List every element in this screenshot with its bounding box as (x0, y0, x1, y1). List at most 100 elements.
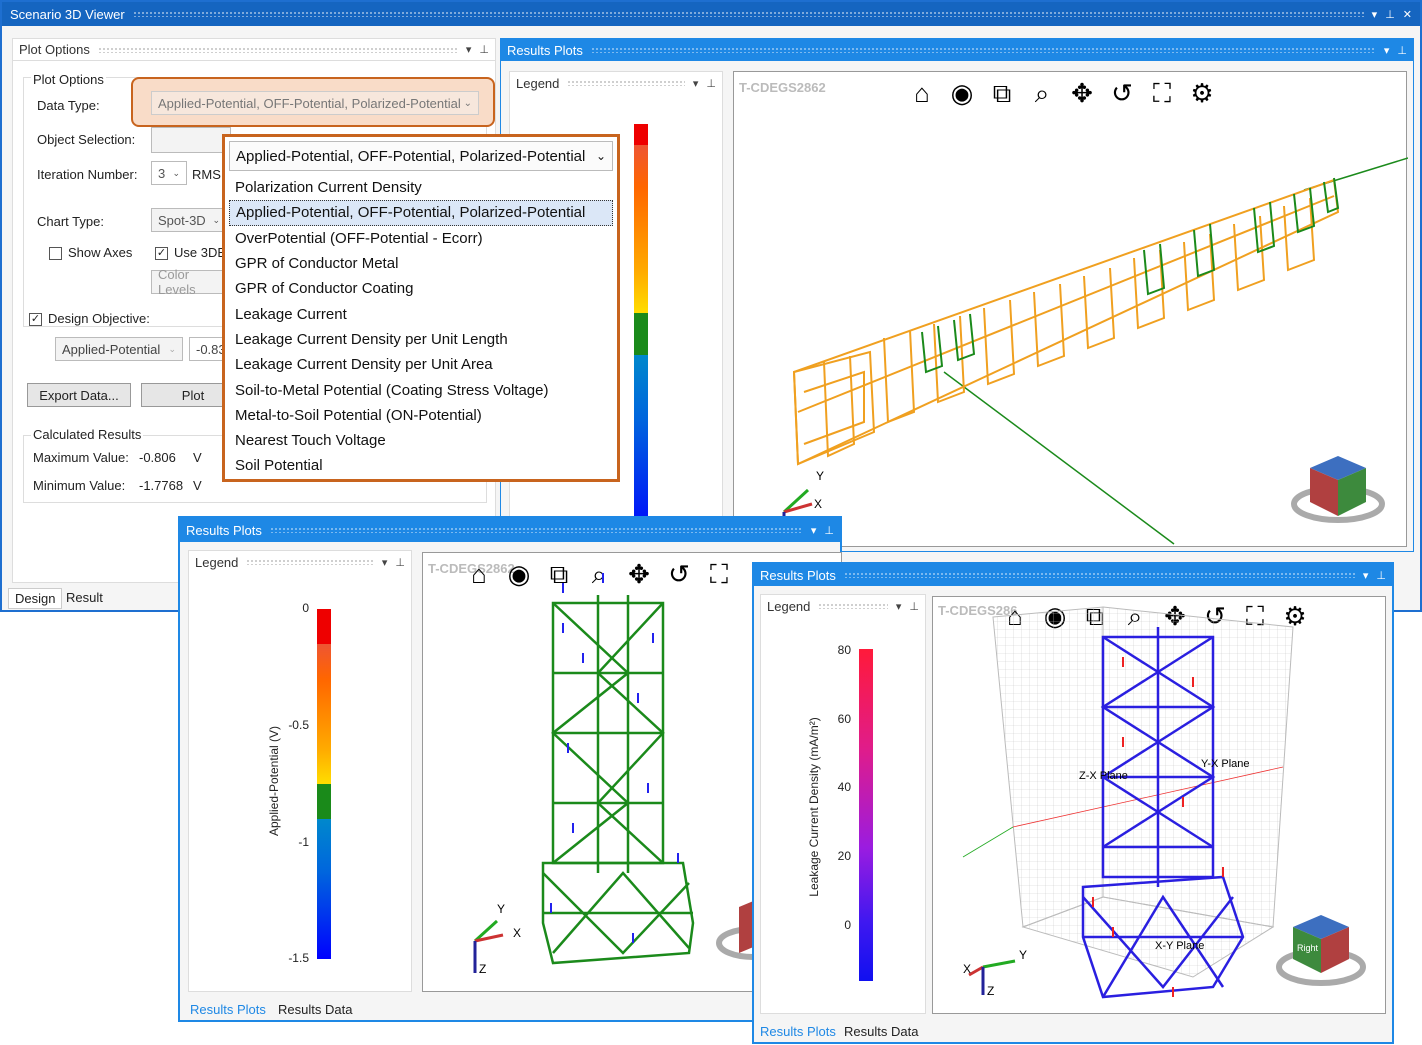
dropdown-item[interactable]: OverPotential (OFF-Potential - Ecorr) (229, 226, 613, 251)
pin-icon[interactable]: ⊥ (706, 77, 716, 90)
dropdown-item[interactable]: Nearest Touch Voltage (229, 428, 613, 453)
data-type-label: Data Type: (37, 98, 100, 113)
main-title-bar: Scenario 3D Viewer ▾ ⊥ ✕ (2, 2, 1420, 26)
max-unit: V (193, 450, 202, 465)
object-selection-combo[interactable] (151, 127, 231, 153)
window-title: Scenario 3D Viewer (10, 6, 125, 22)
viewport-3d[interactable]: T-CDEGS286 ⌂ ◉ ⧉ ⌕ ✥ ↺ ⛶ ⚙ (932, 596, 1386, 1014)
design-objective-checkbox[interactable]: ✓ Design Objective: (29, 311, 150, 327)
chevron-down-icon[interactable]: ▾ (896, 600, 902, 613)
svg-text:X: X (814, 497, 822, 511)
legend-color-bar (634, 124, 648, 544)
view-cube-icon[interactable]: Right (1276, 915, 1366, 986)
dropdown-combo[interactable]: Applied-Potential, OFF-Potential, Polari… (229, 141, 613, 171)
svg-text:Y: Y (816, 469, 824, 483)
chart-type-combo[interactable]: Spot-3D ⌄ (151, 208, 227, 232)
svg-text:X: X (513, 926, 521, 940)
dropdown-item[interactable]: Leakage Current (229, 301, 613, 326)
results-plots-header: Results Plots (507, 42, 583, 58)
dropdown-item[interactable]: Leakage Current Density per Unit Length (229, 327, 613, 352)
pin-icon[interactable]: ⊥ (1376, 569, 1386, 582)
xy-plane-label: X-Y Plane (1155, 940, 1204, 952)
tab-results-plots[interactable]: Results Plots (754, 1022, 842, 1041)
tab-results-data[interactable]: Results Data (272, 1000, 358, 1019)
axis-triad: Y X Z (963, 948, 1027, 998)
checkmark-icon: ✓ (155, 247, 168, 261)
legend-panel: Legend ▾ ⊥ 80 60 40 20 0 Leakage Current … (760, 594, 926, 1014)
pipeline-3d-plot: Y X (782, 157, 1408, 545)
results-window-2: Results Plots ▾ ⊥ Legend ▾ ⊥ 0 -0.5 -1 -1.… (178, 516, 842, 1022)
dropdown-item[interactable]: GPR of Conductor Metal (229, 251, 613, 276)
chevron-down-icon[interactable]: ▾ (811, 524, 817, 537)
pin-icon[interactable]: ⊥ (909, 600, 919, 613)
data-type-dropdown: Applied-Potential, OFF-Potential, Polari… (222, 134, 620, 482)
tab-results-plots[interactable]: Results Plots (184, 1000, 272, 1019)
pin-icon[interactable]: ⊥ (824, 524, 834, 537)
viewport-3d[interactable]: T-CDEGS2862 ⌂ ◉ ⧉ ⌕ ✥ ↺ ⛶ ⚙ Y X (733, 71, 1408, 547)
legend-header: Legend (195, 554, 239, 570)
max-value: -0.806 (139, 450, 176, 465)
checkbox-icon (49, 247, 62, 261)
dropdown-list: Polarization Current Density Applied-Pot… (229, 175, 613, 479)
results-plots-header: Results Plots (760, 567, 836, 583)
dropdown-item[interactable]: Metal-to-Soil Potential (ON-Potential) (229, 403, 613, 428)
min-value: -1.7768 (139, 478, 184, 493)
use-3db-checkbox[interactable]: ✓ Use 3DB (155, 245, 226, 261)
legend-header: Legend (516, 75, 560, 91)
svg-text:Z: Z (479, 962, 486, 976)
tab-result[interactable]: Result (60, 588, 109, 607)
show-axes-checkbox[interactable]: Show Axes (49, 245, 132, 261)
zx-plane-label: Z-X Plane (1079, 770, 1128, 782)
dropdown-item[interactable]: GPR of Conductor Coating (229, 276, 613, 301)
plot-options-header: Plot Options (19, 42, 90, 57)
dropdown-item[interactable]: Soil-to-Metal Potential (Coating Stress … (229, 377, 613, 402)
iteration-label: Iteration Number: (37, 167, 138, 182)
svg-text:Y: Y (497, 902, 505, 916)
pin-icon[interactable]: ⊥ (1385, 8, 1395, 21)
dropdown-icon[interactable]: ▾ (1372, 8, 1378, 21)
legend-tick: -1.5 (288, 951, 309, 965)
svg-text:Z: Z (987, 984, 994, 998)
dropdown-item[interactable]: Leakage Current Density per Unit Area (229, 352, 613, 377)
results-window-3: Results Plots ▾ ⊥ Legend ▾ ⊥ 80 60 40 20 0… (752, 562, 1394, 1044)
iteration-combo[interactable]: 3 ⌄ (151, 161, 187, 185)
pin-icon[interactable]: ⊥ (479, 43, 489, 56)
legend-tick: 0 (844, 918, 851, 932)
legend-header: Legend (767, 598, 811, 614)
chevron-down-icon[interactable]: ▾ (693, 77, 699, 90)
checkmark-icon: ✓ (29, 313, 42, 327)
min-unit: V (193, 478, 202, 493)
chevron-down-icon[interactable]: ▾ (466, 43, 472, 56)
design-objective-combo[interactable]: Applied-Potential ⌄ (55, 337, 183, 361)
yx-plane-label: Y-X Plane (1201, 758, 1250, 770)
svg-text:X: X (963, 962, 971, 976)
rms-label: RMS (192, 167, 221, 182)
chevron-down-icon[interactable]: ▾ (1384, 44, 1390, 57)
dropdown-item[interactable]: Soil Potential (229, 453, 613, 478)
chevron-down-icon[interactable]: ▾ (1363, 569, 1369, 582)
data-type-combo[interactable]: Applied-Potential, OFF-Potential, Polari… (151, 91, 479, 115)
calculated-results-title: Calculated Results (31, 427, 144, 442)
export-data-button[interactable]: Export Data... (27, 383, 131, 407)
max-value-label: Maximum Value: (33, 450, 129, 465)
close-icon[interactable]: ✕ (1403, 8, 1412, 21)
tab-results-data[interactable]: Results Data (838, 1022, 924, 1041)
min-value-label: Minimum Value: (33, 478, 126, 493)
results-plots-header: Results Plots (186, 522, 262, 538)
color-levels-button[interactable]: Color Levels (151, 267, 227, 297)
tab-design[interactable]: Design (8, 588, 63, 609)
legend-color-bar (859, 649, 873, 981)
chevron-down-icon[interactable]: ▾ (382, 556, 388, 569)
dropdown-item-selected[interactable]: Applied-Potential, OFF-Potential, Polari… (229, 200, 613, 226)
chart-type-label: Chart Type: (37, 214, 104, 229)
view-cube-icon[interactable] (1291, 456, 1385, 523)
legend-axis-label: Leakage Current Density (mA/m²) (807, 717, 821, 897)
pin-icon[interactable]: ⊥ (395, 556, 405, 569)
legend-tick: 80 (837, 643, 851, 657)
chevron-down-icon: ⌄ (463, 97, 472, 109)
chevron-down-icon: ⌄ (212, 214, 220, 225)
pin-icon[interactable]: ⊥ (1397, 44, 1407, 57)
object-selection-label: Object Selection: (37, 132, 136, 147)
dropdown-item[interactable]: Polarization Current Density (229, 175, 613, 200)
legend-panel: Legend ▾ ⊥ 0 -0.5 -1 -1.5 Applied-Potenti… (188, 550, 412, 992)
